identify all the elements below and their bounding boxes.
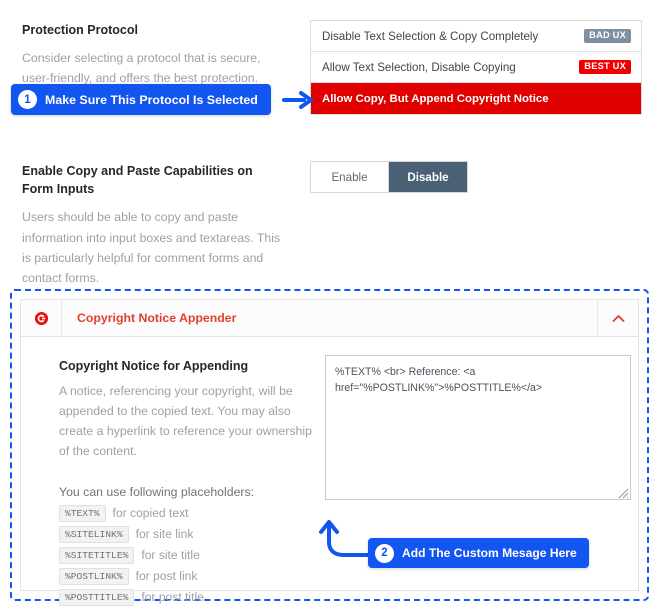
placeholder-row: %POSTLINK% for post link (59, 567, 317, 585)
placeholder-code: %POSTLINK% (59, 567, 129, 585)
appender-collapse-toggle[interactable] (597, 300, 638, 336)
protocol-option-label: Allow Copy, But Append Copyright Notice (322, 92, 549, 105)
callout-1-number: 1 (18, 90, 37, 109)
placeholder-code: %SITETITLE% (59, 546, 135, 564)
callout-1-arrow-icon (282, 91, 313, 109)
chevron-up-icon (612, 314, 624, 322)
placeholder-code: %POSTTITLE% (59, 588, 135, 606)
protection-protocol-label: Protection Protocol (22, 23, 138, 37)
form-inputs-text-block: Enable Copy and Paste Capabilities on Fo… (22, 162, 284, 288)
placeholder-row: %SITELINK% for site link (59, 525, 317, 543)
protection-protocol-description: Consider selecting a protocol that is se… (22, 51, 261, 86)
placeholder-row: %SITETITLE% for site title (59, 546, 317, 564)
callout-1: 1 Make Sure This Protocol Is Selected (11, 84, 271, 115)
toggle-disable-button[interactable]: Disable (389, 162, 467, 192)
placeholder-label: for copied text (112, 506, 189, 521)
form-inputs-toggle-group[interactable]: Enable Disable (310, 161, 468, 193)
badge-best-ux: BEST UX (579, 59, 631, 75)
placeholder-row: %TEXT% for copied text (59, 504, 317, 522)
placeholder-code: %SITELINK% (59, 525, 129, 543)
callout-2-number: 2 (375, 543, 394, 563)
protocol-option-disable-selection[interactable]: Disable Text Selection & Copy Completely… (311, 21, 641, 52)
notice-text-column: Copyright Notice for Appending A notice,… (59, 359, 317, 609)
copyright-notice-textarea[interactable] (325, 355, 631, 500)
placeholder-label: for post title (141, 590, 204, 605)
placeholders-list: %TEXT% for copied text %SITELINK% for si… (59, 504, 317, 606)
appender-panel-title: Copyright Notice Appender (77, 311, 237, 325)
protocol-option-allow-copy-append-notice[interactable]: Allow Copy, But Append Copyright Notice (311, 83, 641, 114)
badge-bad-ux: BAD UX (584, 28, 631, 44)
placeholder-label: for site title (141, 548, 200, 563)
protocol-option-allow-selection-disable-copy[interactable]: Allow Text Selection, Disable Copying BE… (311, 52, 641, 83)
placeholder-label: for post link (135, 569, 198, 584)
protocol-option-label: Disable Text Selection & Copy Completely (322, 29, 539, 43)
protection-protocol-text-block: Protection Protocol Consider selecting a… (22, 21, 284, 89)
protection-protocol-option-list[interactable]: Disable Text Selection & Copy Completely… (310, 20, 642, 115)
notice-description: A notice, referencing your copyright, wi… (59, 384, 312, 458)
settings-page: Protection Protocol Consider selecting a… (0, 0, 659, 609)
appender-panel-header[interactable]: Copyright Notice Appender (21, 300, 638, 337)
callout-1-text: Make Sure This Protocol Is Selected (45, 92, 258, 107)
callout-2-text: Add The Custom Mesage Here (402, 546, 577, 560)
form-inputs-description: Users should be able to copy and paste i… (22, 210, 281, 286)
notice-title: Copyright Notice for Appending (59, 359, 249, 373)
placeholders-heading: You can use following placeholders: (59, 484, 255, 499)
copyright-icon (34, 311, 48, 325)
form-inputs-label: Enable Copy and Paste Capabilities on Fo… (22, 164, 253, 197)
placeholder-row: %POSTTITLE% for post title (59, 588, 317, 606)
callout-2: 2 Add The Custom Mesage Here (368, 538, 589, 568)
toggle-enable-button[interactable]: Enable (311, 162, 389, 192)
protocol-option-label: Allow Text Selection, Disable Copying (322, 60, 516, 74)
placeholder-code: %TEXT% (59, 504, 106, 522)
copyright-icon-cell (21, 300, 62, 336)
placeholder-label: for site link (135, 527, 194, 542)
